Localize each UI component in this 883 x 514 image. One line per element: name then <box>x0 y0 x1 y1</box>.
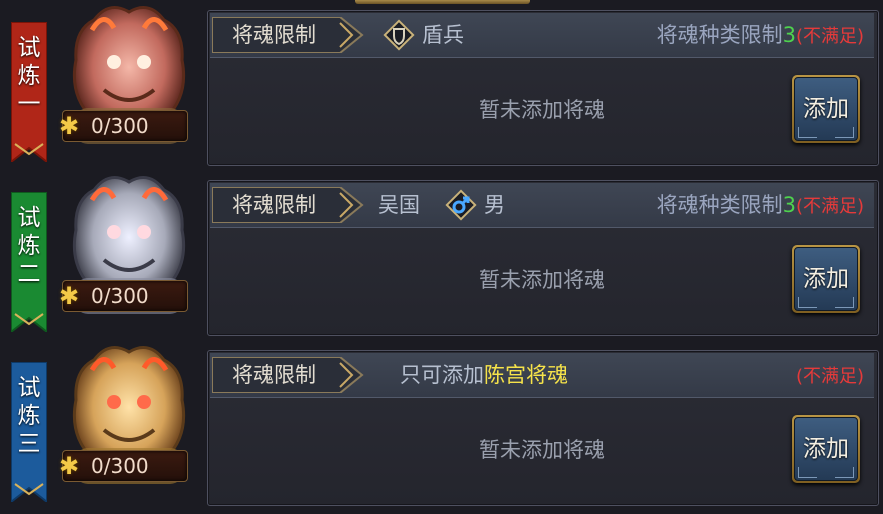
restriction-header: 将魂限制 吴国 男 将魂种类限制3(不满足) <box>210 183 874 228</box>
trial-row-2: 试 炼 二 ✱ 0/300 将魂限制 吴国 男 将魂种类限制3(不满足) 暂未添… <box>0 170 883 337</box>
filter-gender: 男 <box>484 193 505 217</box>
add-soul-button[interactable]: 添加 <box>792 75 860 143</box>
trial-banner: 试 炼 三 <box>11 362 47 502</box>
puzzle-piece-icon: ✱ <box>59 282 80 310</box>
restriction-header: 将魂限制 只可添加陈宫将魂 (不满足) <box>210 353 874 398</box>
shield-icon <box>382 18 416 52</box>
trial-panel: 将魂限制 吴国 男 将魂种类限制3(不满足) 暂未添加将魂 添加 <box>207 180 879 336</box>
trial-row-1: 试 炼 一 ✱ 0/300 将魂限制 盾兵 将魂种类限制3(不满足) 暂未添加将… <box>0 0 883 167</box>
filter-kingdom: 吴国 <box>378 193 420 217</box>
add-soul-button[interactable]: 添加 <box>792 415 860 483</box>
trial-panel: 将魂限制 只可添加陈宫将魂 (不满足) 暂未添加将魂 添加 <box>207 350 879 506</box>
soul-type-requirement: (不满足) <box>795 366 864 387</box>
empty-slot-message: 暂未添加将魂 <box>479 438 605 462</box>
trial-banner-label: 试 炼 二 <box>17 205 41 287</box>
puzzle-piece-icon: ✱ <box>59 452 80 480</box>
male-icon <box>444 188 478 222</box>
restriction-tag: 将魂限制 <box>212 17 367 53</box>
puzzle-piece-icon: ✱ <box>59 112 80 140</box>
soul-counter: ✱ 0/300 <box>59 280 188 312</box>
restriction-tag: 将魂限制 <box>212 187 367 223</box>
trial-banner-label: 试 炼 三 <box>17 375 41 457</box>
trial-panel: 将魂限制 盾兵 将魂种类限制3(不满足) 暂未添加将魂 添加 <box>207 10 879 166</box>
empty-slot-message: 暂未添加将魂 <box>479 98 605 122</box>
trial-banner-label: 试 炼 一 <box>17 35 41 117</box>
trial-row-3: 试 炼 三 ✱ 0/300 将魂限制 只可添加陈宫将魂 (不满足) 暂未添加将魂… <box>0 340 883 507</box>
filter-troop-type: 盾兵 <box>422 23 464 47</box>
restriction-tag: 将魂限制 <box>212 357 367 393</box>
soul-counter: ✱ 0/300 <box>59 110 188 142</box>
add-soul-button[interactable]: 添加 <box>792 245 860 313</box>
soul-type-requirement: 将魂种类限制3(不满足) <box>656 193 864 217</box>
soul-type-requirement: 将魂种类限制3(不满足) <box>656 23 864 47</box>
only-allowed-text: 只可添加陈宫将魂 <box>400 363 568 387</box>
trial-banner: 试 炼 二 <box>11 192 47 332</box>
trial-banner: 试 炼 一 <box>11 22 47 162</box>
restriction-header: 将魂限制 盾兵 将魂种类限制3(不满足) <box>210 13 874 58</box>
empty-slot-message: 暂未添加将魂 <box>479 268 605 292</box>
soul-counter: ✱ 0/300 <box>59 450 188 482</box>
